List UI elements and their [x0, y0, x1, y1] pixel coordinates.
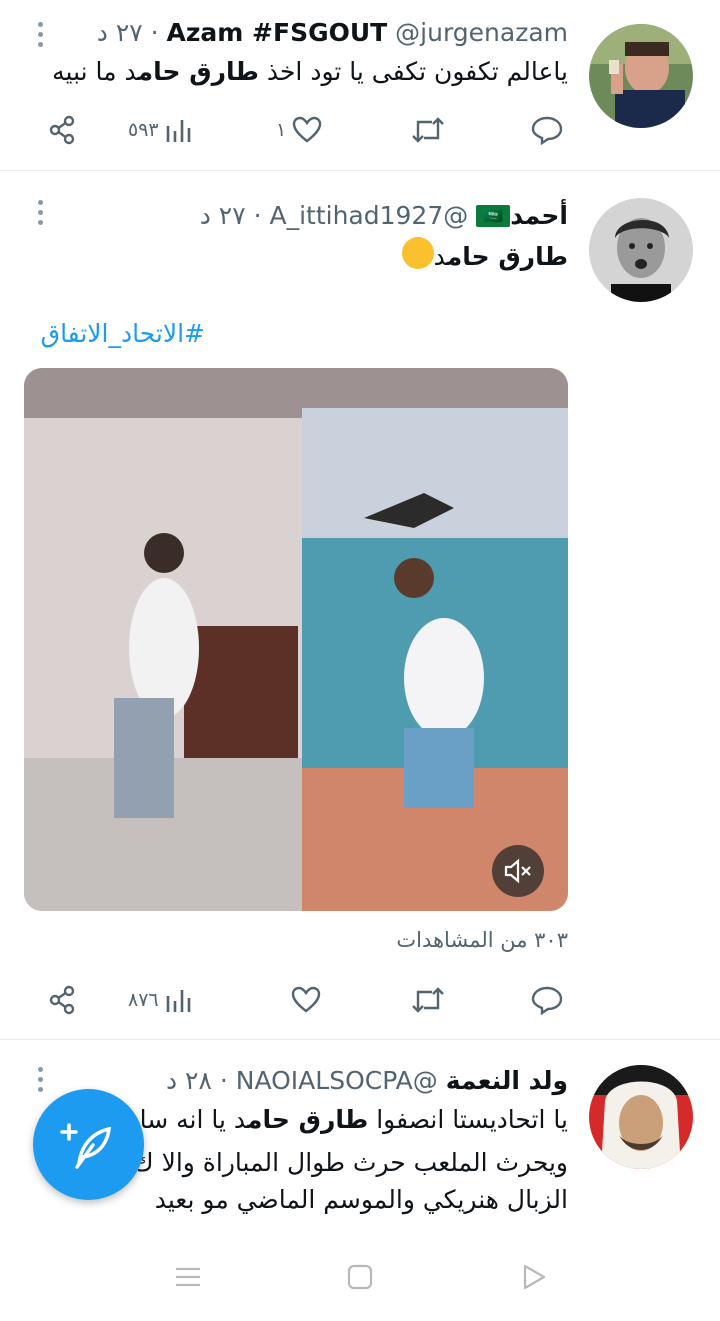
author-handle-time: @A_ittihad1927 · ٢٧ د [199, 201, 469, 230]
recent-apps-button[interactable] [174, 1263, 202, 1291]
tweet-actions: ٥٩٣ ١ [0, 105, 720, 155]
reply-icon [531, 116, 563, 145]
muted-speaker-icon [504, 858, 531, 884]
tweet-text-line: يا اتحاديستا انصفوا طارق حامد يا انه سا [139, 1105, 568, 1134]
author-name[interactable]: Azam #FSGOUT [167, 18, 388, 47]
system-navigation-bar [0, 1245, 720, 1321]
reply-button[interactable] [531, 975, 563, 1025]
tweet-text: ياعالم تكفون تكفى يا تود اخذ طارق حامد م… [52, 57, 568, 86]
home-icon [347, 1264, 373, 1290]
retweet-button[interactable] [411, 105, 445, 155]
share-icon [49, 115, 75, 145]
tweet-header: Azam #FSGOUT @jurgenazam · ٢٧ د [97, 16, 568, 50]
hashtag-link[interactable]: #الاتحاد_الاتفاق [41, 319, 205, 348]
like-button[interactable] [291, 975, 321, 1025]
compose-button[interactable] [33, 1089, 144, 1200]
tweet-header: أحمد🇸🇦 @A_ittihad1927 · ٢٧ د [200, 199, 568, 233]
more-vertical-icon[interactable] [36, 200, 44, 225]
views-caption: ٣٠٣ من المشاهدات [396, 928, 568, 952]
heart-icon [293, 116, 322, 143]
tweet-actions: ٨٧٦ [0, 975, 720, 1025]
author-name[interactable]: ولد النعمة [446, 1066, 568, 1095]
heart-icon [291, 986, 321, 1013]
like-button[interactable]: ١ [276, 105, 322, 155]
share-icon [49, 985, 75, 1015]
tweet-2[interactable]: أحمد🇸🇦 @A_ittihad1927 · ٢٧ د طارق حامد🙂 … [0, 171, 720, 1039]
author-name[interactable]: أحمد [510, 201, 568, 230]
share-button[interactable] [48, 975, 78, 1025]
analytics-icon [166, 990, 190, 1012]
retweet-icon [412, 987, 444, 1013]
retweet-icon [412, 117, 444, 143]
retweet-button[interactable] [411, 975, 445, 1025]
mute-button[interactable] [492, 845, 544, 897]
back-button[interactable] [520, 1263, 548, 1291]
recent-apps-icon [176, 1267, 200, 1287]
views-button[interactable]: ٥٩٣ [128, 105, 193, 155]
tweet-header: ولد النعمة @NAOIALSOCPA · ٢٨ د [166, 1064, 568, 1098]
home-button[interactable] [346, 1263, 374, 1291]
video-player[interactable] [24, 368, 568, 911]
tweet-text: طارق حامد🙂 [401, 235, 568, 279]
more-vertical-icon[interactable] [36, 22, 44, 47]
avatar[interactable] [589, 198, 693, 302]
views-button[interactable]: ٨٧٦ [128, 975, 193, 1025]
tweet-1[interactable]: Azam #FSGOUT @jurgenazam · ٢٧ د ياعالم ت… [0, 0, 720, 170]
tweet-text-line: الزبال هنريكي والموسم الماضي مو بعيد [154, 1185, 568, 1214]
saudi-flag-icon: 🇸🇦 [476, 205, 511, 227]
slight-smile-emoji: 🙂 [401, 237, 434, 269]
reply-button[interactable] [531, 105, 563, 155]
share-button[interactable] [48, 105, 78, 155]
back-icon [523, 1264, 546, 1290]
compose-tweet-icon [60, 1123, 112, 1169]
author-handle-time: @NAOIALSOCPA · ٢٨ د [165, 1066, 438, 1095]
avatar[interactable] [589, 1065, 693, 1169]
analytics-icon [166, 120, 190, 142]
reply-icon [531, 986, 563, 1015]
